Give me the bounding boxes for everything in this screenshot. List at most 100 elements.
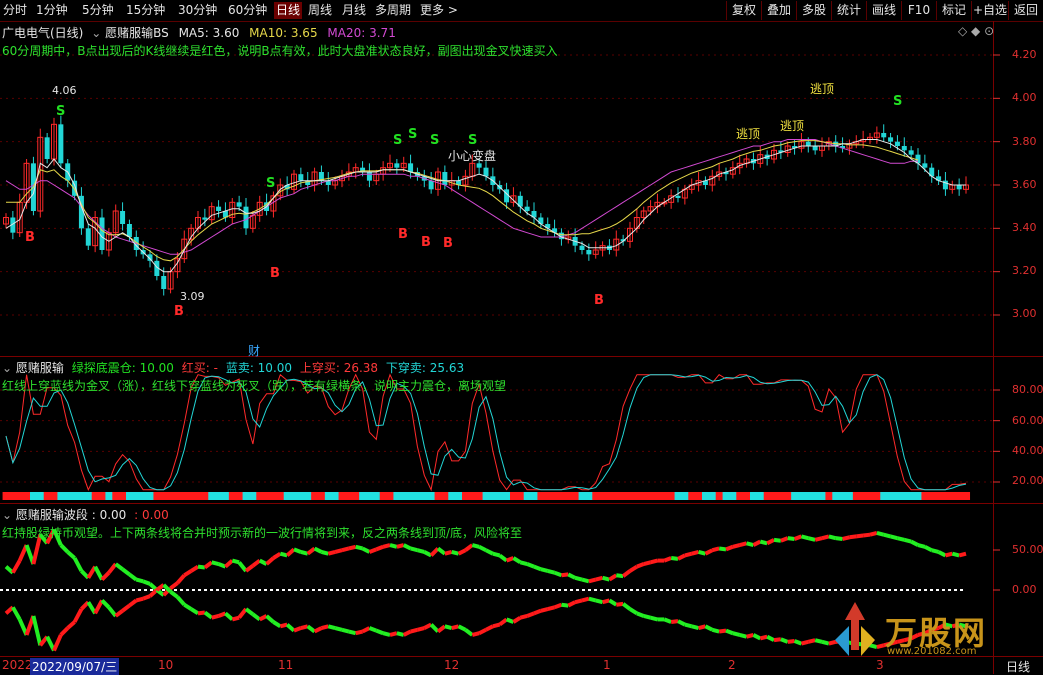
lower-band-segment (698, 624, 706, 630)
sub1-title[interactable]: 愿赌服输 (16, 361, 64, 375)
upper-band-segment (677, 553, 686, 561)
y-tick: 3.60 (1012, 178, 1037, 191)
status-bar-segment (523, 492, 532, 500)
lower-band-segment (341, 627, 350, 634)
candle-body (812, 146, 818, 151)
upper-band-segment (429, 547, 440, 557)
lower-band-segment (224, 611, 234, 621)
upper-band-segment (923, 544, 933, 553)
lower-band-segment (547, 605, 556, 611)
candle-body (881, 133, 887, 138)
ma20-value: MA20: 3.71 (327, 26, 396, 40)
status-bar-segment (359, 492, 367, 500)
y-tick: 3.00 (1012, 307, 1037, 320)
upper-band-segment (190, 564, 200, 573)
sub2-value-b: : 0.00 (134, 508, 169, 522)
status-bar-segment (688, 492, 696, 500)
upper-band-segment (856, 533, 864, 539)
finance-marker[interactable]: 财 (248, 342, 260, 359)
stock-title: 广电电气(日线) (2, 26, 84, 40)
status-bar-segment (263, 492, 271, 500)
lower-band-segment (396, 631, 405, 637)
status-bar-segment (894, 492, 902, 500)
status-bar-segment (64, 492, 72, 500)
lower-band-segment (704, 624, 714, 632)
upper-band-segment (492, 551, 501, 558)
status-bar-segment (228, 492, 237, 500)
lower-band-segment (375, 628, 384, 636)
y-tick: 40.00 (1012, 444, 1043, 457)
status-bar-segment (804, 492, 813, 500)
caution-label: 小心变盘 (448, 149, 497, 163)
lower-band-segment (519, 614, 528, 620)
chevron-down-icon[interactable]: ⌄ (2, 508, 12, 522)
buy-signal: B (421, 235, 431, 250)
sub2-title[interactable]: 愿赌服输波段 (16, 508, 88, 522)
status-bar-segment (564, 492, 573, 500)
status-bar-segment (839, 492, 847, 500)
lower-band-segment (616, 601, 624, 607)
status-bar-segment (393, 492, 401, 500)
status-bar-segment (592, 492, 600, 500)
lower-band-segment (621, 602, 632, 611)
lower-band-segment (231, 615, 240, 622)
status-bar-segment (160, 492, 168, 500)
lower-band-segment (464, 628, 474, 637)
lower-band-segment (436, 624, 447, 634)
chevron-down-icon[interactable]: ⌄ (2, 361, 12, 375)
upper-band-segment (114, 562, 124, 571)
lower-band-segment (746, 633, 754, 639)
high-price-label: 4.06 (52, 84, 77, 97)
upper-band-segment (11, 559, 22, 574)
status-bar-segment (962, 492, 971, 500)
upper-band-segment (800, 534, 809, 541)
status-bar-segment (208, 492, 216, 500)
lower-band-segment (251, 612, 261, 622)
status-bar-segment (612, 492, 621, 500)
upper-band-segment (293, 547, 302, 554)
upper-band-segment (100, 571, 111, 582)
lower-band-segment (739, 633, 748, 639)
kline-chart[interactable] (0, 0, 1043, 674)
candle-body (524, 206, 530, 211)
status-bar-segment (386, 492, 395, 500)
lower-band-segment (691, 624, 700, 630)
main-note: 60分周期中，B点出现后的K线继续是红色，说明B点有效，此时大盘准状态良好，副图… (2, 44, 558, 58)
status-bar-segment (736, 492, 744, 500)
upper-band-segment (643, 560, 652, 566)
status-bar-segment (578, 492, 587, 500)
candle-body (922, 163, 928, 168)
lower-band-segment (512, 615, 522, 624)
upper-band-segment (334, 548, 343, 554)
blue-sell-label: 蓝卖: 10.00 (225, 361, 293, 375)
upper-band-segment (636, 562, 645, 569)
upper-band-segment (842, 535, 850, 541)
status-bar-segment (112, 492, 120, 500)
upper-band-segment (135, 577, 144, 584)
candle-body (483, 167, 489, 177)
escape-label: 逃顶 (780, 119, 805, 133)
status-bar-segment (503, 492, 511, 500)
indicator-name[interactable]: 愿赌服输BS (105, 26, 169, 40)
lower-band-segment (526, 611, 535, 618)
low-price-label: 3.09 (180, 290, 205, 303)
candle-body (442, 172, 448, 185)
lower-band-segment (93, 599, 104, 615)
upper-band-segment (382, 543, 391, 549)
upper-band-segment (553, 570, 563, 578)
status-bar-segment (873, 492, 881, 500)
status-bar-segment (729, 492, 737, 500)
upper-band-segment (732, 543, 741, 549)
panel-controls[interactable]: ◇ ◆ ⊙ (958, 24, 994, 38)
lower-band-segment (567, 600, 577, 608)
lower-band-segment (643, 614, 652, 620)
status-bar-segment (174, 492, 182, 500)
chevron-down-icon[interactable]: ⌄ (91, 26, 101, 40)
status-bar-segment (921, 492, 929, 500)
sell-signal: S (393, 133, 403, 148)
status-bar-segment (510, 492, 518, 500)
status-bar-segment (955, 492, 964, 500)
upper-band-segment (320, 550, 329, 556)
upper-band-segment (444, 550, 453, 556)
y-tick: 20.00 (1012, 474, 1043, 487)
